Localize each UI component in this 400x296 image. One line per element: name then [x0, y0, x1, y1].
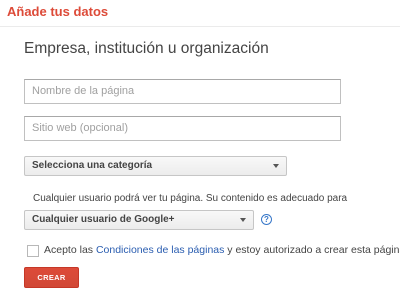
header-divider: [0, 26, 400, 27]
audience-description: Cualquier usuario podrá ver tu página. S…: [33, 193, 348, 204]
audience-select-value: Cualquier usuario de Google+: [32, 214, 175, 225]
website-input[interactable]: Sitio web (opcional): [24, 116, 341, 141]
chevron-down-icon: [240, 218, 246, 222]
page-header-title: Añade tus datos: [7, 4, 109, 19]
terms-label: Acepto las Condiciones de las páginas y …: [44, 244, 400, 256]
category-select[interactable]: Selecciona una categoría: [24, 156, 287, 176]
section-title: Empresa, institución u organización: [24, 40, 269, 57]
page-name-input[interactable]: Nombre de la página: [24, 79, 341, 104]
chevron-down-icon: [273, 164, 279, 168]
terms-link[interactable]: Condiciones de las páginas: [96, 244, 224, 256]
category-select-value: Selecciona una categoría: [32, 160, 153, 171]
create-button[interactable]: CREAR: [24, 267, 79, 288]
terms-checkbox[interactable]: [27, 245, 39, 257]
terms-suffix: y estoy autorizado a crear esta página.: [224, 244, 400, 256]
terms-prefix: Acepto las: [44, 244, 96, 256]
audience-select[interactable]: Cualquier usuario de Google+: [24, 210, 254, 230]
help-icon[interactable]: ?: [261, 214, 272, 225]
